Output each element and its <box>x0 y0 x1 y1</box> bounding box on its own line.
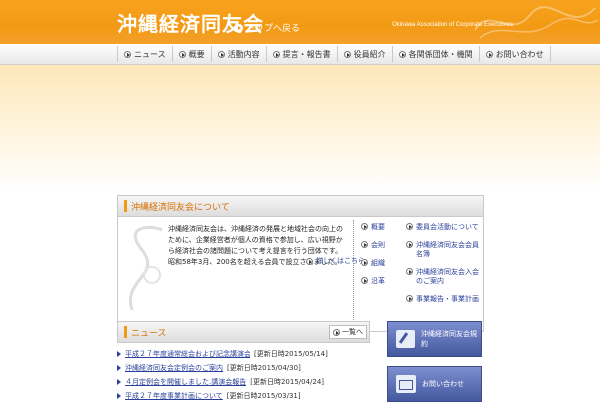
arrow-right-icon <box>361 277 368 284</box>
nav-item-organizations[interactable]: 各関係団体・機関 <box>391 46 479 62</box>
about-links-secondary: 委員会活動について 沖縄経済同友会会員名簿 沖縄経済同友会入会のご案内 事業報告… <box>406 223 481 313</box>
about-link[interactable]: 概要 <box>361 223 385 232</box>
about-link[interactable]: 沿革 <box>361 277 385 286</box>
news-list: 平成２７年度通常総会および記念講演会を開催しました… [更新日時2015/05/1… <box>117 347 377 403</box>
hero-banner <box>0 65 600 190</box>
nav-item-label: 役員紹介 <box>353 49 386 59</box>
nav-item-activities[interactable]: 活動内容 <box>210 46 266 62</box>
about-link-label: 事業報告・事業計画 <box>416 295 479 303</box>
about-link[interactable]: 委員会活動について <box>406 223 481 232</box>
nav-item-proposals[interactable]: 提言・報告書 <box>265 46 337 62</box>
arrow-right-icon <box>406 223 413 230</box>
arrow-right-icon <box>124 50 131 58</box>
back-to-top-label: トップへ戻る <box>246 24 301 34</box>
news-more-label: 一覧へ <box>342 328 363 336</box>
main-nav: ニュース 概要 活動内容 提言・報告書 役員紹介 各関係団体・機関 お問い合わせ <box>117 46 551 62</box>
arrow-right-icon <box>406 268 413 275</box>
about-links-primary: 概要 会則 組織 沿革 <box>361 223 385 295</box>
bullet-arrow-icon <box>117 379 121 385</box>
news-date: [更新日時2015/04/30] <box>227 364 301 372</box>
about-link-label: 組織 <box>371 259 385 267</box>
news-date: [更新日時2015/05/14] <box>254 350 328 358</box>
nav-item-contact[interactable]: お問い合わせ <box>478 46 551 62</box>
nav-item-officers[interactable]: 役員紹介 <box>336 46 392 62</box>
nav-item-news[interactable]: ニュース <box>117 46 172 62</box>
nav-item-overview[interactable]: 概要 <box>171 46 211 62</box>
about-link[interactable]: 沖縄経済同友会会員名簿 <box>406 241 481 259</box>
news-heading: ニュース <box>131 329 167 339</box>
dragon-watermark-icon <box>128 225 163 311</box>
arrow-right-icon <box>406 295 413 302</box>
about-more-label: 詳しくはこちら <box>316 257 365 265</box>
news-date: [更新日時2015/04/24] <box>250 378 325 386</box>
arrow-right-icon <box>406 241 413 248</box>
bullet-arrow-icon <box>117 351 121 357</box>
news-heading-bar: ニュース 一覧へ <box>118 322 369 342</box>
arrow-right-icon <box>235 23 243 32</box>
arrow-right-icon <box>217 50 225 58</box>
nav-item-label: お問い合わせ <box>495 49 544 59</box>
pen-icon <box>396 330 416 348</box>
about-panel: 沖縄経済同友会について 沖縄経済同友会は、沖縄経済の発展と地域社会の向上のために… <box>117 195 484 332</box>
arrow-right-icon <box>398 50 406 58</box>
divider <box>353 220 354 320</box>
arrow-right-icon <box>361 241 368 248</box>
nav-item-label: 概要 <box>188 49 205 59</box>
news-more-button[interactable]: 一覧へ <box>329 325 367 339</box>
arrow-right-icon <box>485 50 493 58</box>
about-link[interactable]: 事業報告・事業計画 <box>406 295 481 304</box>
about-link-label: 委員会活動について <box>416 223 479 231</box>
about-link-label: 会則 <box>371 241 385 249</box>
contact-button[interactable]: お問い合わせ <box>387 366 482 402</box>
heading-accent <box>124 200 127 212</box>
arrow-right-icon <box>361 259 368 266</box>
back-to-top-link[interactable]: トップへ戻る <box>235 21 300 34</box>
list-item: 平成２７年度通常総会および記念講演会を開催しました… [更新日時2015/05/1… <box>117 347 377 361</box>
about-link-label: 沖縄経済同友会会員名簿 <box>416 241 479 258</box>
news-title-link[interactable]: ４月定例会を開催しました.講演会報告 <box>125 377 246 387</box>
arrow-right-icon <box>343 50 351 58</box>
arrow-right-icon <box>178 50 186 58</box>
bullet-arrow-icon <box>117 393 121 399</box>
arrow-right-icon <box>306 257 313 265</box>
nav-item-label: 提言・報告書 <box>282 49 331 59</box>
about-link-label: 沖縄経済同友会入会のご案内 <box>416 268 479 285</box>
site-header: 沖縄経済同友会 トップへ戻る Okinawa Association of Co… <box>0 0 600 44</box>
nav-item-label: 活動内容 <box>227 49 260 59</box>
about-panel-header: 沖縄経済同友会について <box>118 196 483 217</box>
about-link[interactable]: 沖縄経済同友会入会のご案内 <box>406 268 481 286</box>
site-tagline: Okinawa Association of Corporate Executi… <box>392 22 514 28</box>
news-title-link[interactable]: 沖縄経済同友会定例会のご案内 <box>125 363 223 373</box>
list-item: 平成２７年度事業計画について [更新日時2015/03/31] <box>117 389 377 403</box>
nav-item-label: ニュース <box>134 49 166 59</box>
bullet-arrow-icon <box>117 365 121 371</box>
mail-icon <box>396 375 416 393</box>
news-panel-header: ニュース 一覧へ <box>117 321 370 343</box>
rules-button-label: 沖縄経済同友会規約 <box>421 330 478 348</box>
arrow-right-icon <box>272 50 280 58</box>
arrow-right-icon <box>333 328 340 336</box>
nav-item-label: 各関係団体・機関 <box>408 49 473 59</box>
news-title-link[interactable]: 平成２７年度通常総会および記念講演会を開催しました… <box>125 349 250 359</box>
about-link-label: 沿革 <box>371 277 385 285</box>
about-heading: 沖縄経済同友会について <box>131 203 230 213</box>
list-item: ４月定例会を開催しました.講演会報告 [更新日時2015/04/24] <box>117 375 377 389</box>
list-item: 沖縄経済同友会定例会のご案内 [更新日時2015/04/30] <box>117 361 377 375</box>
about-more-link[interactable]: 詳しくはこちら <box>306 256 365 266</box>
contact-button-label: お問い合わせ <box>422 380 464 388</box>
about-link[interactable]: 組織 <box>361 259 385 268</box>
about-link-label: 概要 <box>371 223 385 231</box>
arrow-right-icon <box>361 223 368 230</box>
heading-accent <box>124 326 127 338</box>
about-link[interactable]: 会則 <box>361 241 385 250</box>
rules-button[interactable]: 沖縄経済同友会規約 <box>387 321 482 357</box>
